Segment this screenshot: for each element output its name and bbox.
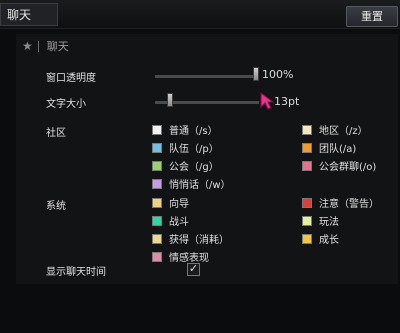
color-swatch[interactable]: [302, 160, 312, 171]
channel-label: 注意（警告）: [319, 199, 379, 210]
channel-label: 战斗: [169, 217, 189, 228]
color-swatch[interactable]: [152, 124, 162, 135]
section-header: ★ 聊天: [22, 38, 69, 54]
show-time-checkbox[interactable]: ✓: [187, 263, 200, 276]
color-swatch[interactable]: [152, 197, 162, 208]
channel-label: 普通（/s）: [169, 126, 218, 137]
channel-option[interactable]: 普通（/s）: [152, 122, 218, 137]
top-bar: 聊天 重置: [0, 0, 400, 29]
channel-option[interactable]: 公会群聊(/o): [302, 158, 376, 173]
divider: [37, 40, 39, 52]
channel-option[interactable]: 向导: [152, 195, 189, 210]
font-size-slider-knob[interactable]: [166, 93, 173, 107]
channel-option[interactable]: 悄悄话（/w）: [152, 176, 231, 191]
color-swatch[interactable]: [302, 124, 312, 135]
channel-option[interactable]: 地区（/z）: [302, 122, 368, 137]
color-swatch[interactable]: [152, 233, 162, 244]
channel-label: 队伍（/p）: [169, 144, 219, 155]
star-icon[interactable]: ★: [22, 39, 33, 53]
channel-option[interactable]: 公会（/g）: [152, 158, 219, 173]
color-swatch[interactable]: [302, 142, 312, 153]
channel-option[interactable]: 战斗: [152, 213, 189, 228]
reset-button[interactable]: 重置: [346, 6, 398, 27]
channel-label: 向导: [169, 199, 189, 210]
channel-option[interactable]: 成长: [302, 231, 339, 246]
system-group-label: 系统: [46, 201, 66, 212]
channel-label: 悄悄话（/w）: [169, 180, 231, 191]
channel-label: 公会（/g）: [169, 162, 219, 173]
channel-option[interactable]: 获得（消耗）: [152, 231, 229, 246]
tab-chat[interactable]: 聊天: [0, 3, 58, 26]
channel-option[interactable]: 队伍（/p）: [152, 140, 219, 155]
channel-label: 公会群聊(/o): [319, 162, 377, 173]
color-swatch[interactable]: [302, 215, 312, 226]
color-swatch[interactable]: [152, 251, 162, 262]
channel-option[interactable]: 团队(/a): [302, 140, 356, 155]
color-swatch[interactable]: [302, 197, 312, 208]
font-size-label: 文字大小: [46, 99, 86, 110]
color-swatch[interactable]: [152, 160, 162, 171]
font-size-value: 13pt: [274, 95, 300, 108]
opacity-value: 100%: [262, 68, 294, 81]
community-group-label: 社区: [46, 128, 66, 139]
channel-option[interactable]: 注意（警告）: [302, 195, 379, 210]
channel-label: 获得（消耗）: [169, 235, 229, 246]
channel-option[interactable]: 情感表现: [152, 249, 209, 264]
channel-label: 地区（/z）: [319, 126, 368, 137]
channel-label: 成长: [319, 235, 339, 246]
channel-option[interactable]: 玩法: [302, 213, 339, 228]
color-swatch[interactable]: [152, 215, 162, 226]
color-swatch[interactable]: [152, 142, 162, 153]
channel-label: 团队(/a): [319, 144, 357, 155]
section-title: 聊天: [46, 40, 69, 53]
opacity-label: 窗口透明度: [46, 73, 96, 84]
color-swatch[interactable]: [302, 233, 312, 244]
color-swatch[interactable]: [152, 178, 162, 189]
opacity-slider-knob[interactable]: [253, 67, 259, 81]
mouse-cursor-icon: [260, 92, 274, 110]
channel-label: 玩法: [319, 217, 339, 228]
opacity-slider-track[interactable]: [155, 75, 259, 78]
show-time-label: 显示聊天时间: [46, 267, 106, 278]
